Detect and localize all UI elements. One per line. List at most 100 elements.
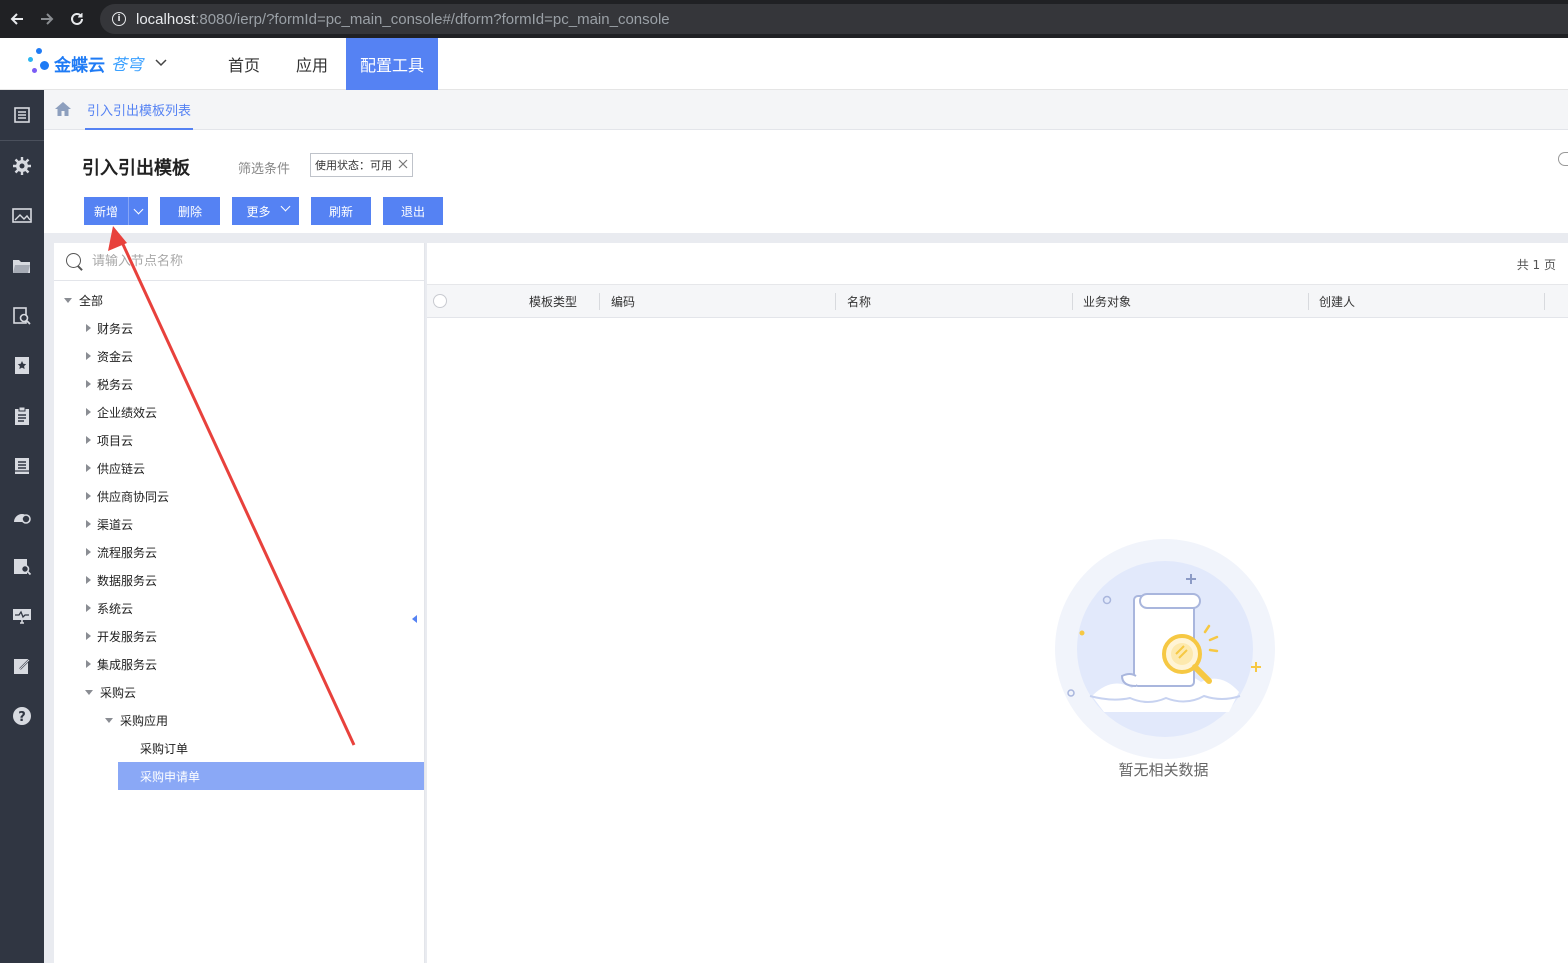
collapsed-triangle-icon[interactable] [86,352,91,360]
column-divider[interactable] [599,293,600,310]
filter-chip-label: 使用状态：可用 [315,159,392,172]
collapsed-triangle-icon[interactable] [86,464,91,472]
grid-header: 模板类型 编码 名称 业务对象 创建人 [427,284,1568,318]
url-text: localhost:8080/ierp/?formId=pc_main_cons… [136,10,670,28]
close-icon[interactable] [398,158,408,173]
tree-node[interactable]: 企业绩效云 [86,398,157,426]
image-icon[interactable] [0,191,44,241]
column-divider[interactable] [1544,293,1545,310]
monitor-icon[interactable] [0,591,44,641]
svg-text:?: ? [18,710,26,725]
collapsed-triangle-icon[interactable] [86,324,91,332]
tree-search [54,243,425,281]
app-header: 金蝶云 苍穹 首页 应用 配置工具 [0,38,1568,90]
logo-sub-text: 苍穹 [111,55,144,74]
tree-node[interactable]: 开发服务云 [86,622,157,650]
column-divider[interactable] [835,293,836,310]
tree-node-root[interactable]: 全部 [64,286,103,314]
tree-search-input[interactable] [92,254,392,269]
tab-apps[interactable]: 应用 [278,38,346,90]
tree-panel: 全部 财务云 资金云 税务云 企业绩效云 项目云 供应链云 供应商协同云 渠道云… [54,243,425,963]
collapsed-triangle-icon[interactable] [86,436,91,444]
collapse-left-icon[interactable] [412,615,417,623]
tree-leaf-purchase-request[interactable]: 采购申请单 [118,762,424,790]
tree-node[interactable]: 流程服务云 [86,538,157,566]
collapsed-triangle-icon[interactable] [86,632,91,640]
expanded-triangle-icon[interactable] [64,297,72,303]
refresh-button[interactable]: 刷新 [311,197,371,225]
forward-arrow-icon[interactable] [34,6,60,32]
dashboard-icon[interactable] [0,491,44,541]
collapsed-triangle-icon[interactable] [86,492,91,500]
top-nav: 首页 应用 配置工具 [210,38,439,90]
collapsed-triangle-icon[interactable] [86,408,91,416]
home-icon[interactable] [54,100,72,118]
search-icon[interactable] [1558,152,1568,166]
column-header-code[interactable]: 编码 [611,285,635,317]
book-icon[interactable] [0,441,44,491]
address-bar[interactable]: i localhost:8080/ierp/?formId=pc_main_co… [100,4,1568,34]
grid-panel: 共 1 页 模板类型 编码 名称 业务对象 创建人 暂无相关数据 [427,243,1568,963]
chevron-down-icon [280,201,291,212]
add-dropdown-chevron-icon[interactable] [128,197,148,225]
tree-node-procurement-app[interactable]: 采购应用 [105,706,168,734]
column-divider[interactable] [1072,293,1073,310]
folder-icon[interactable] [0,241,44,291]
tree-node[interactable]: 财务云 [86,314,133,342]
filter-chip[interactable]: 使用状态：可用 [310,153,413,177]
page-title: 引入引出模板 [82,158,190,179]
collapsed-triangle-icon[interactable] [86,660,91,668]
delete-button[interactable]: 删除 [160,197,220,225]
expanded-triangle-icon[interactable] [85,689,93,695]
column-header-business-object[interactable]: 业务对象 [1083,285,1131,317]
search-doc-icon[interactable] [0,291,44,341]
tree-node[interactable]: 供应链云 [86,454,145,482]
breadcrumb: 引入引出模板列表 [44,90,1568,130]
page-count: 共 1 页 [1516,258,1556,272]
tree-node[interactable]: 数据服务云 [86,566,157,594]
tree-node[interactable]: 税务云 [86,370,133,398]
tree-node[interactable]: 渠道云 [86,510,133,538]
tree-node[interactable]: 项目云 [86,426,133,454]
info-icon[interactable]: i [112,12,126,26]
tree-node[interactable]: 集成服务云 [86,650,157,678]
chevron-down-icon[interactable] [155,56,167,70]
collapsed-triangle-icon[interactable] [86,380,91,388]
reload-icon[interactable] [64,6,90,32]
tree-node[interactable]: 供应商协同云 [86,482,169,510]
gear-icon[interactable] [0,141,44,191]
column-header-template-type[interactable]: 模板类型 [529,285,577,317]
column-divider[interactable] [1308,293,1309,310]
filter-label: 筛选条件 [238,162,291,177]
exit-button[interactable]: 退出 [383,197,443,225]
expanded-triangle-icon[interactable] [105,717,113,723]
empty-text: 暂无相关数据 [427,759,1568,780]
star-book-icon[interactable] [0,341,44,391]
tree-node-procurement[interactable]: 采购云 [85,678,136,706]
tree-leaf-purchase-order[interactable]: 采购订单 [118,734,424,762]
tab-config-tools[interactable]: 配置工具 [346,38,439,90]
tree-node[interactable]: 资金云 [86,342,133,370]
add-button[interactable]: 新增 [84,197,148,225]
collapsed-triangle-icon[interactable] [86,548,91,556]
column-header-name[interactable]: 名称 [847,285,871,317]
brand-logo[interactable]: 金蝶云 苍穹 [28,48,167,78]
column-header-creator[interactable]: 创建人 [1319,285,1355,317]
more-button[interactable]: 更多 [232,197,299,225]
select-all-radio[interactable] [433,294,447,308]
clipboard-icon[interactable] [0,391,44,441]
collapsed-triangle-icon[interactable] [86,576,91,584]
empty-text-label: 暂无相关数据 [1118,761,1209,779]
calendar-search-icon[interactable] [0,541,44,591]
empty-data-illustration-icon [1055,539,1275,759]
tab-home[interactable]: 首页 [210,38,278,90]
tab-import-export-template-list[interactable]: 引入引出模板列表 [85,90,194,130]
collapsed-triangle-icon[interactable] [86,604,91,612]
list-icon[interactable] [0,90,44,140]
back-arrow-icon[interactable] [4,6,30,32]
help-icon[interactable]: ? [0,691,44,741]
search-icon[interactable] [66,252,84,271]
edit-icon[interactable] [0,641,44,691]
tree-node[interactable]: 系统云 [86,594,133,622]
collapsed-triangle-icon[interactable] [86,520,91,528]
